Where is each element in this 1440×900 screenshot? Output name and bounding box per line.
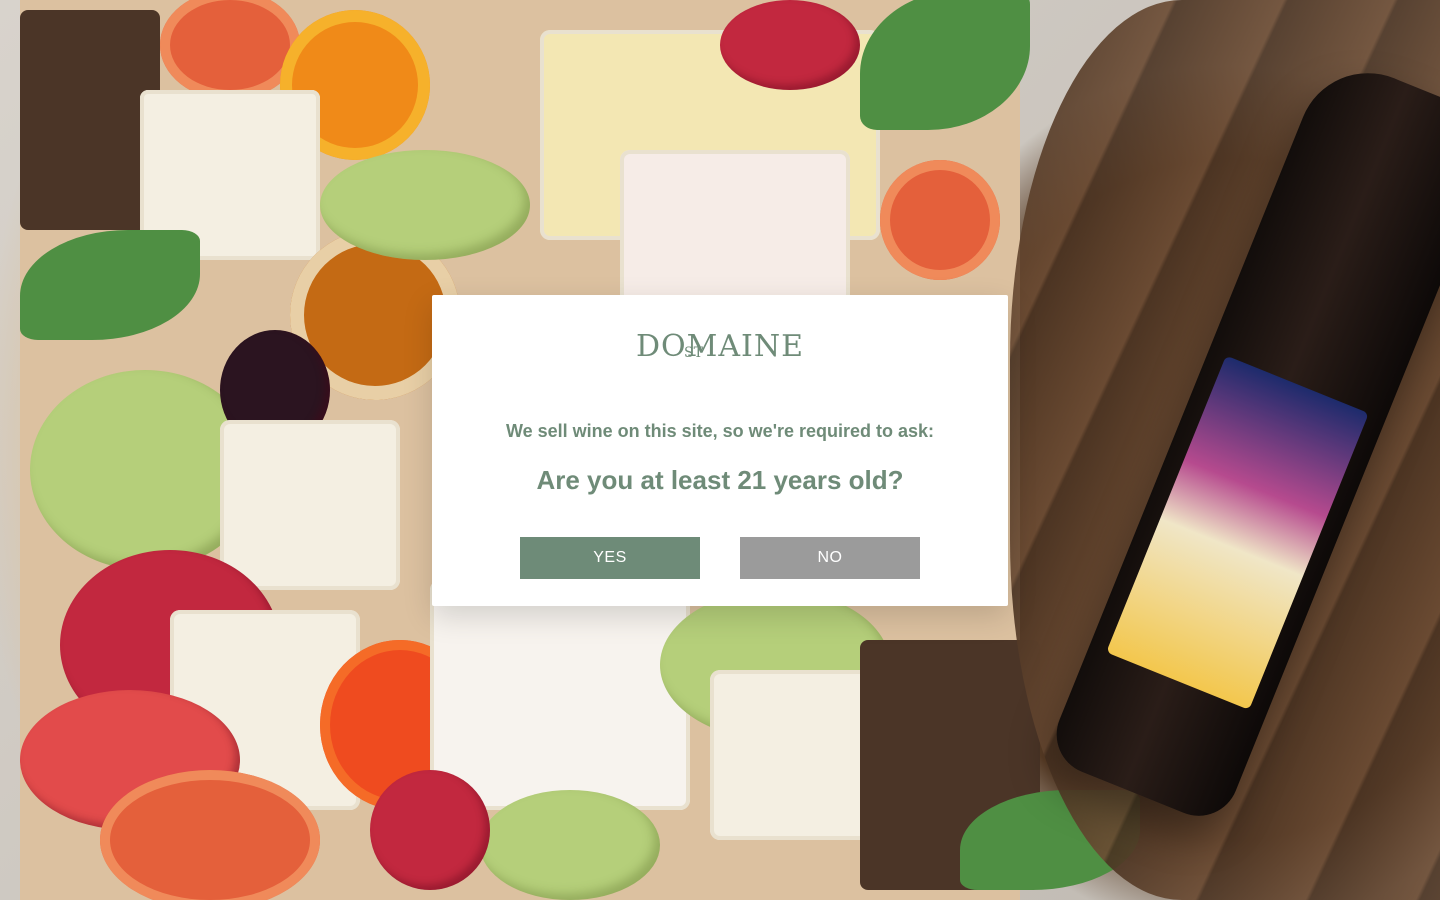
logo-monogram: ST (684, 345, 703, 361)
no-button[interactable]: NO (740, 537, 920, 579)
page: DOMAINE ST We sell wine on this site, so… (0, 0, 1440, 900)
age-verification-modal: DOMAINE ST We sell wine on this site, so… (432, 295, 1008, 606)
brand-logo: DOMAINE ST (432, 323, 1008, 371)
yes-button[interactable]: YES (520, 537, 700, 579)
logo-wordmark: DOMAINE (635, 329, 805, 364)
age-question-heading: Are you at least 21 years old? (536, 465, 904, 495)
age-prompt-text: We sell wine on this site, so we're requ… (505, 421, 935, 441)
